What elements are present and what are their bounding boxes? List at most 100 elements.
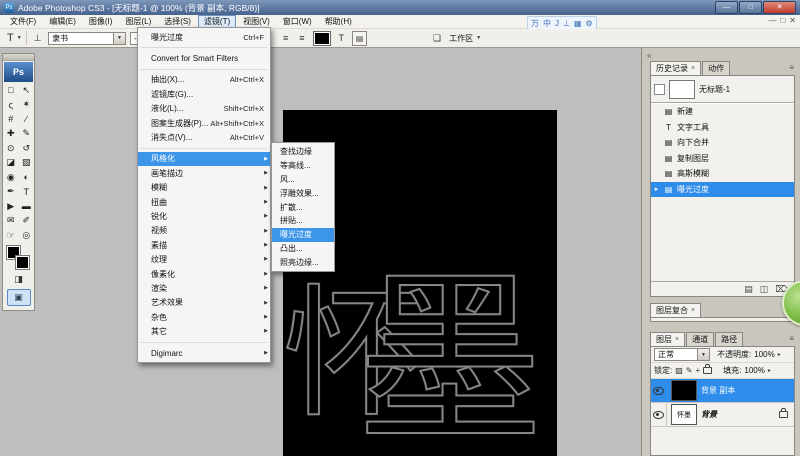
doc-minimize-icon[interactable]: — bbox=[768, 16, 776, 25]
tool-preset-arrow-icon[interactable]: ▼ bbox=[17, 35, 22, 41]
menu-item[interactable]: ▶ bbox=[141, 68, 267, 70]
menu-help[interactable]: 帮助(H) bbox=[319, 15, 358, 28]
text-color-swatch[interactable] bbox=[312, 30, 331, 46]
close-button[interactable]: ✕ bbox=[763, 1, 796, 14]
layer-thumbnail[interactable] bbox=[671, 380, 697, 401]
ime-keyboard-icon[interactable]: ▦ bbox=[574, 19, 582, 28]
eyedropper-tool[interactable]: ✐ bbox=[19, 214, 35, 229]
combo-arrow-icon[interactable]: ▼ bbox=[113, 32, 125, 44]
text-orientation-icon[interactable]: ⊥ bbox=[34, 33, 42, 44]
fill-value[interactable]: 100% bbox=[744, 366, 764, 375]
gradient-tool[interactable]: ▧ bbox=[19, 156, 35, 171]
panel-menu-icon[interactable]: ≡ bbox=[789, 63, 794, 72]
ime-mode-icon[interactable]: J bbox=[555, 19, 559, 28]
zoom-tool[interactable]: ◎ bbox=[19, 228, 35, 243]
menu-window[interactable]: 窗口(W) bbox=[277, 15, 318, 28]
opacity-value[interactable]: 100% bbox=[754, 350, 774, 359]
menu-item[interactable]: 模糊 ▶ bbox=[138, 181, 270, 195]
history-step[interactable]: ▸ ▤ 复制图层 bbox=[651, 151, 794, 167]
doc-restore-icon[interactable]: □ bbox=[780, 16, 785, 25]
menu-edit[interactable]: 编辑(E) bbox=[43, 15, 82, 28]
tab-actions[interactable]: 动作 × bbox=[702, 61, 731, 75]
workspace-button[interactable]: 工作区 ▼ bbox=[449, 33, 481, 44]
doc-close-icon[interactable]: ✕ bbox=[789, 16, 796, 25]
menu-item[interactable]: 消失点(V)... Alt+Ctrl+V ▶ bbox=[138, 130, 270, 144]
menu-item[interactable]: 图案生成器(P)... Alt+Shift+Ctrl+X ▶ bbox=[138, 116, 270, 130]
fill-spinner-icon[interactable]: ▸ bbox=[768, 367, 771, 374]
ime-lang-icon[interactable]: 中 bbox=[543, 18, 551, 29]
menu-item[interactable]: ▶ bbox=[141, 47, 267, 49]
minimize-button[interactable]: — bbox=[715, 1, 738, 14]
hand-tool[interactable]: ☞ bbox=[3, 228, 19, 243]
tab-paths[interactable]: 路径 × bbox=[715, 332, 744, 346]
menu-item[interactable]: 素描 ▶ bbox=[138, 238, 270, 252]
menu-item[interactable]: 滤镜库(G)... ▶ bbox=[138, 87, 270, 101]
screen-mode-button[interactable]: ▣ bbox=[6, 288, 31, 306]
menu-item[interactable]: 艺术效果 ▶ bbox=[138, 296, 270, 310]
crop-tool[interactable]: # bbox=[3, 112, 19, 127]
menu-image[interactable]: 图像(I) bbox=[83, 15, 119, 28]
menu-item-stylize[interactable]: 风格化 ▶ bbox=[138, 151, 270, 167]
ime-shape-icon[interactable]: 万 bbox=[531, 18, 539, 29]
pen-tool[interactable]: ✒ bbox=[3, 185, 19, 200]
layer-thumbnail[interactable]: 怀墨 bbox=[671, 404, 697, 425]
quick-selection-tool[interactable]: ✶ bbox=[19, 98, 35, 113]
new-document-from-state-icon[interactable]: ▤ bbox=[744, 284, 753, 295]
submenu-item-solarize[interactable]: 曝光过度 bbox=[272, 227, 334, 242]
menu-item[interactable]: 扭曲 ▶ bbox=[138, 195, 270, 209]
clone-stamp-tool[interactable]: ⊙ bbox=[3, 141, 19, 156]
lasso-tool[interactable]: ς bbox=[3, 98, 19, 113]
bridge-icon[interactable]: ❏ bbox=[433, 33, 441, 44]
history-brush-source-box[interactable] bbox=[654, 83, 665, 95]
lock-pixels-icon[interactable]: ✎ bbox=[686, 366, 693, 375]
combo-arrow-icon[interactable]: ▼ bbox=[697, 349, 709, 360]
menu-item[interactable]: Convert for Smart Filters ▶ bbox=[138, 51, 270, 65]
panel-menu-icon[interactable]: ≡ bbox=[789, 334, 794, 343]
notes-tool[interactable]: ✉ bbox=[3, 214, 19, 229]
layer-row-background-copy[interactable]: 背景 副本 bbox=[651, 379, 794, 403]
tab-layers[interactable]: 图层 × bbox=[650, 332, 686, 346]
font-family-select[interactable]: 隶书 ▼ bbox=[48, 31, 126, 45]
ime-punct-icon[interactable]: ⊥ bbox=[563, 19, 570, 28]
ime-settings-icon[interactable]: ⚙ bbox=[586, 19, 593, 28]
submenu-item[interactable]: 凸出... bbox=[272, 242, 334, 256]
menu-item[interactable]: 画笔描边 ▶ bbox=[138, 166, 270, 180]
toggle-palettes-icon[interactable]: ▤ bbox=[352, 30, 368, 46]
dodge-tool[interactable]: ◐ bbox=[19, 170, 35, 185]
submenu-item[interactable]: 查找边缘 bbox=[272, 145, 334, 159]
healing-brush-tool[interactable]: ✚ bbox=[3, 127, 19, 142]
shape-tool[interactable]: ▬ bbox=[19, 199, 35, 214]
history-step[interactable]: ▸ ▤ 新建 bbox=[651, 104, 794, 120]
menu-file[interactable]: 文件(F) bbox=[4, 15, 42, 28]
menu-item[interactable]: 杂色 ▶ bbox=[138, 310, 270, 324]
type-tool-preset[interactable]: T bbox=[7, 32, 14, 44]
align-center-icon[interactable]: ≡ bbox=[299, 33, 304, 43]
close-tab-icon[interactable]: × bbox=[691, 65, 695, 72]
snapshot-row[interactable]: 无标题-1 bbox=[651, 76, 794, 103]
menu-item-last-filter[interactable]: 曝光过度 Ctrl+F ▶ bbox=[138, 30, 270, 44]
menu-item[interactable]: 锐化 ▶ bbox=[138, 209, 270, 223]
opacity-spinner-icon[interactable]: ▸ bbox=[778, 351, 781, 358]
history-step[interactable]: ▸ ▤ 高斯模糊 bbox=[651, 166, 794, 182]
blend-mode-select[interactable]: 正常 ▼ bbox=[654, 348, 710, 361]
tab-layer-comps[interactable]: 图层复合 × bbox=[650, 303, 702, 317]
history-step[interactable]: ▸ ▤ 向下合并 bbox=[651, 135, 794, 151]
submenu-item[interactable]: 风... bbox=[272, 173, 334, 187]
menu-item[interactable]: Digimarc ▶ bbox=[138, 346, 270, 360]
lock-transparent-icon[interactable]: ▨ bbox=[675, 366, 683, 375]
history-step-solarize[interactable]: ▸ ▤ 曝光过度 bbox=[651, 181, 794, 197]
menu-item[interactable]: ▶ bbox=[141, 147, 267, 149]
submenu-item[interactable]: 浮雕效果... bbox=[272, 186, 334, 200]
visibility-toggle[interactable] bbox=[651, 403, 667, 426]
warp-text-icon[interactable]: T bbox=[339, 33, 345, 43]
lock-position-icon[interactable]: + bbox=[696, 366, 701, 375]
menu-item[interactable]: 视频 ▶ bbox=[138, 224, 270, 238]
submenu-item[interactable]: 拼贴... bbox=[272, 214, 334, 228]
toolbox-grip[interactable] bbox=[3, 54, 34, 61]
type-tool[interactable]: T bbox=[19, 185, 35, 200]
history-step[interactable]: ▸ T 文字工具 bbox=[651, 120, 794, 136]
menu-item[interactable]: 抽出(X)... Alt+Ctrl+X ▶ bbox=[138, 73, 270, 87]
blur-tool[interactable]: ◉ bbox=[3, 170, 19, 185]
submenu-item[interactable]: 扩散... bbox=[272, 200, 334, 214]
tab-history[interactable]: 历史记录 × bbox=[650, 61, 702, 75]
